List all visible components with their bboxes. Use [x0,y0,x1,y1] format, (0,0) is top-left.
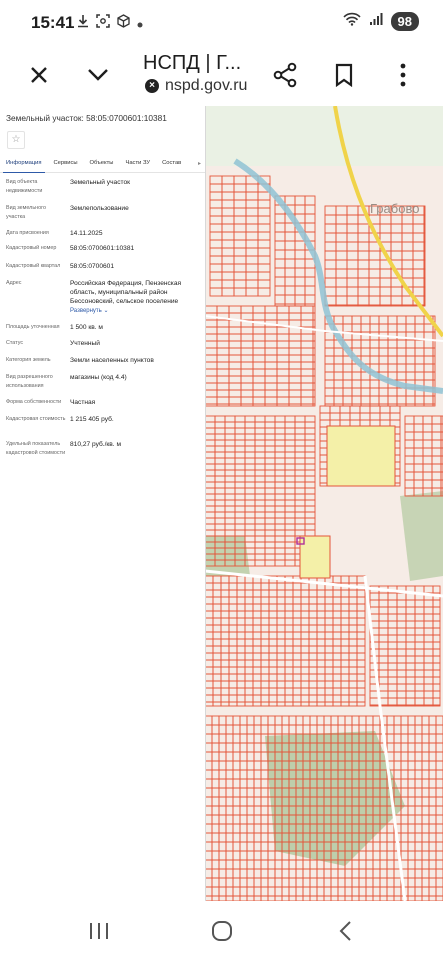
field-label: Вид земельного участка [6,205,46,220]
signal-icon [369,12,383,31]
field-value: 14.11.2025 [70,230,103,237]
close-icon[interactable] [22,58,56,92]
field-value: 810,27 руб./кв. м [70,441,121,448]
cube-icon [117,14,130,33]
tab-services[interactable]: Сервисы [48,154,84,172]
dot-icon [137,15,143,33]
recent-apps-icon[interactable] [84,916,114,946]
status-bar: 15:41 98 [0,0,443,46]
status-left-icons [77,14,143,33]
field-value: Земельный участок [70,179,131,186]
tab-composition[interactable]: Состав [156,154,187,172]
expand-link[interactable]: Развернуть ⌄ [70,307,200,316]
cadastral-map[interactable]: Грабово [204,106,443,901]
bookmark-icon[interactable] [327,58,361,92]
field-value: 58:05:0700601 [70,263,115,270]
field-label: Площадь уточненная [6,324,60,330]
field-label: Вид объекта недвижимости [6,179,43,194]
field-label: Кадастровый квартал [6,263,61,269]
panel-title: Земельный участок: 58:05:0700601:10381 [6,113,167,123]
field-value: 1 215 405 руб. [70,416,114,423]
tab-parts[interactable]: Части ЗУ [119,154,156,172]
field-value: Частная [70,399,96,406]
screenshot-icon [96,14,110,33]
info-panel: Земельный участок: 58:05:0700601:10381 ☆… [0,106,206,901]
field-value: Российская Федерация, Пензенская область… [70,280,182,305]
field-label: Статус [6,340,24,346]
home-icon[interactable] [207,916,237,946]
field-label: Категория земель [6,357,51,363]
system-nav-bar [0,901,443,960]
map-canvas[interactable]: Грабово [204,106,443,901]
download-icon [77,14,89,33]
field-value: Землепользование [70,205,129,212]
map-green-area [205,106,443,166]
back-icon[interactable] [331,916,361,946]
wifi-icon [342,12,361,31]
field-label: Форма собственности [6,399,62,405]
more-icon[interactable] [386,58,420,92]
field-value: Земли населенных пунктов [70,357,154,364]
browser-toolbar: НСПД | Г... × nspd.gov.ru [0,46,443,106]
chevron-down-icon: ⌄ [103,308,109,314]
web-content: Грабово Земельный участок: 58:05:0700601… [0,106,443,901]
field-label: Вид разрешенного использования [6,374,53,389]
battery-badge: 98 [390,12,419,31]
field-value: 1 500 кв. м [70,324,103,331]
field-label: Удельный показатель кадастровой стоимост… [6,441,66,456]
status-right: 98 [342,12,419,31]
field-value: магазины (код 4.4) [70,374,127,381]
field-label: Дата присвоения [6,230,49,236]
field-label: Кадастровый номер [6,245,57,251]
field-label: Адрес [6,280,22,286]
page-title: НСПД | Г... [143,52,242,74]
clear-url-icon[interactable]: × [145,79,159,93]
map-field-highlight [326,425,396,487]
field-value: 58:05:0700601:10381 [70,245,135,252]
tab-objects[interactable]: Объекты [84,154,120,172]
share-icon[interactable] [268,58,302,92]
field-value: Учтенный [70,340,100,347]
field-label: Кадастровая стоимость [6,416,66,422]
url-bar[interactable]: × nspd.gov.ru [145,77,247,95]
tabs-scroll-right-icon[interactable]: ▸ [198,160,205,167]
star-icon[interactable]: ☆ [7,131,25,149]
chevron-down-icon[interactable] [81,58,115,92]
status-time: 15:41 [31,13,75,32]
map-place-label: Грабово [370,201,419,216]
url-text: nspd.gov.ru [165,77,248,94]
panel-tabs: Информация Сервисы Объекты Части ЗУ Сост… [0,154,205,173]
expand-link-label: Развернуть [70,308,102,314]
tab-information[interactable]: Информация [0,154,48,173]
